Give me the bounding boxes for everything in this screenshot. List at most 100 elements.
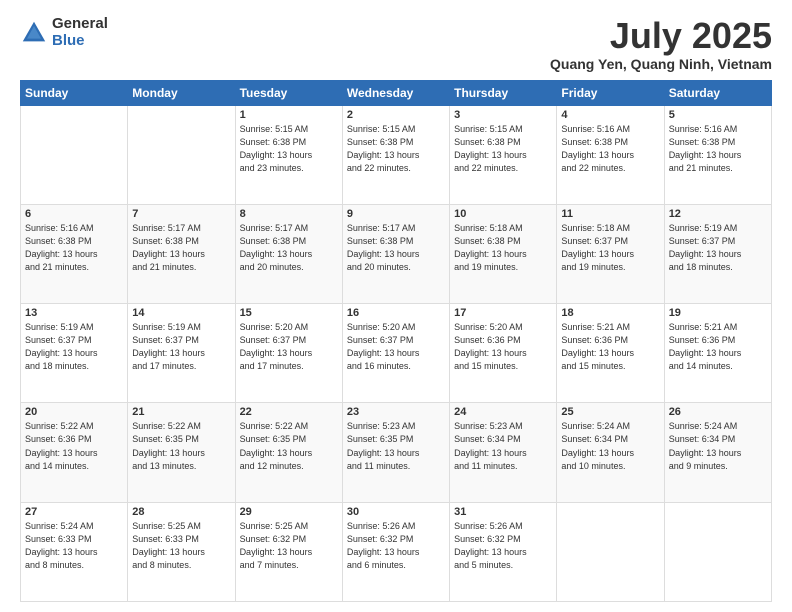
table-row: 20 Sunrise: 5:22 AM Sunset: 6:36 PM Dayli…: [21, 403, 128, 502]
day-number: 7: [132, 208, 230, 220]
logo-general-text: General: [52, 16, 108, 33]
logo: General Blue: [20, 16, 108, 49]
table-row: 2Sunrise: 5:15 AM Sunset: 6:38 PM Daylig…: [342, 105, 449, 204]
location: Quang Yen, Quang Ninh, Vietnam: [550, 56, 772, 72]
day-info: Sunrise: 5:19 AM Sunset: 6:37 PM Dayligh…: [25, 321, 123, 373]
day-number: 17: [454, 307, 552, 319]
table-row: 1 Sunrise: 5:15 AM Sunset: 6:38 PM Daylig…: [235, 105, 342, 204]
day-info: Sunrise: 5:18 AM Sunset: 6:37 PM Dayligh…: [561, 222, 659, 274]
table-row: 9Sunrise: 5:17 AM Sunset: 6:38 PM Daylig…: [342, 204, 449, 303]
table-row: 19Sunrise: 5:21 AM Sunset: 6:36 PM Dayli…: [664, 304, 771, 403]
day-number: 6: [25, 208, 123, 220]
day-number: 10: [454, 208, 552, 220]
table-row: 5 Sunrise: 5:16 AM Sunset: 6:38 PM Daylig…: [664, 105, 771, 204]
day-info: Sunrise: 5:17 AM Sunset: 6:38 PM Dayligh…: [132, 222, 230, 274]
calendar-week-row: 1 Sunrise: 5:15 AM Sunset: 6:38 PM Daylig…: [21, 105, 772, 204]
day-number: 13: [25, 307, 123, 319]
day-number: 15: [240, 307, 338, 319]
col-monday: Monday: [128, 80, 235, 105]
day-info: Sunrise: 5:23 AM Sunset: 6:35 PM Dayligh…: [347, 420, 445, 472]
day-number: 20: [25, 406, 123, 418]
calendar-week-row: 20 Sunrise: 5:22 AM Sunset: 6:36 PM Dayli…: [21, 403, 772, 502]
day-info: Sunrise: 5:20 AM Sunset: 6:37 PM Dayligh…: [240, 321, 338, 373]
table-row: 6Sunrise: 5:16 AM Sunset: 6:38 PM Daylig…: [21, 204, 128, 303]
day-info: Sunrise: 5:26 AM Sunset: 6:32 PM Dayligh…: [454, 520, 552, 572]
table-row: 14Sunrise: 5:19 AM Sunset: 6:37 PM Dayli…: [128, 304, 235, 403]
day-number: 22: [240, 406, 338, 418]
day-number: 29: [240, 506, 338, 518]
day-info: Sunrise: 5:22 AM Sunset: 6:35 PM Dayligh…: [240, 420, 338, 472]
day-info: Sunrise: 5:19 AM Sunset: 6:37 PM Dayligh…: [669, 222, 767, 274]
day-number: 19: [669, 307, 767, 319]
logo-text: General Blue: [52, 16, 108, 49]
day-number: 8: [240, 208, 338, 220]
day-number: 5: [669, 109, 767, 121]
col-wednesday: Wednesday: [342, 80, 449, 105]
day-number: 23: [347, 406, 445, 418]
day-info: Sunrise: 5:16 AM Sunset: 6:38 PM Dayligh…: [669, 123, 767, 175]
calendar-week-row: 6Sunrise: 5:16 AM Sunset: 6:38 PM Daylig…: [21, 204, 772, 303]
day-number: 1: [240, 109, 338, 121]
table-row: 12 Sunrise: 5:19 AM Sunset: 6:37 PM Dayli…: [664, 204, 771, 303]
table-row: 18 Sunrise: 5:21 AM Sunset: 6:36 PM Dayli…: [557, 304, 664, 403]
day-number: 14: [132, 307, 230, 319]
day-number: 4: [561, 109, 659, 121]
table-row: 24Sunrise: 5:23 AM Sunset: 6:34 PM Dayli…: [450, 403, 557, 502]
table-row: 13 Sunrise: 5:19 AM Sunset: 6:37 PM Dayli…: [21, 304, 128, 403]
calendar-week-row: 13 Sunrise: 5:19 AM Sunset: 6:37 PM Dayli…: [21, 304, 772, 403]
table-row: 26 Sunrise: 5:24 AM Sunset: 6:34 PM Dayli…: [664, 403, 771, 502]
table-row: 23 Sunrise: 5:23 AM Sunset: 6:35 PM Dayli…: [342, 403, 449, 502]
day-number: 11: [561, 208, 659, 220]
day-info: Sunrise: 5:17 AM Sunset: 6:38 PM Dayligh…: [240, 222, 338, 274]
table-row: [21, 105, 128, 204]
table-row: 31 Sunrise: 5:26 AM Sunset: 6:32 PM Dayli…: [450, 502, 557, 601]
table-row: 8 Sunrise: 5:17 AM Sunset: 6:38 PM Daylig…: [235, 204, 342, 303]
day-info: Sunrise: 5:26 AM Sunset: 6:32 PM Dayligh…: [347, 520, 445, 572]
month-year: July 2025: [550, 16, 772, 56]
day-info: Sunrise: 5:15 AM Sunset: 6:38 PM Dayligh…: [347, 123, 445, 175]
day-number: 9: [347, 208, 445, 220]
table-row: 28 Sunrise: 5:25 AM Sunset: 6:33 PM Dayli…: [128, 502, 235, 601]
table-row: 11 Sunrise: 5:18 AM Sunset: 6:37 PM Dayli…: [557, 204, 664, 303]
col-sunday: Sunday: [21, 80, 128, 105]
day-number: 3: [454, 109, 552, 121]
header: General Blue July 2025 Quang Yen, Quang …: [20, 16, 772, 72]
logo-icon: [20, 19, 48, 47]
day-number: 24: [454, 406, 552, 418]
table-row: 21 Sunrise: 5:22 AM Sunset: 6:35 PM Dayli…: [128, 403, 235, 502]
day-number: 18: [561, 307, 659, 319]
calendar-week-row: 27Sunrise: 5:24 AM Sunset: 6:33 PM Dayli…: [21, 502, 772, 601]
day-info: Sunrise: 5:21 AM Sunset: 6:36 PM Dayligh…: [561, 321, 659, 373]
day-number: 12: [669, 208, 767, 220]
day-number: 16: [347, 307, 445, 319]
day-number: 28: [132, 506, 230, 518]
title-block: July 2025 Quang Yen, Quang Ninh, Vietnam: [550, 16, 772, 72]
day-number: 21: [132, 406, 230, 418]
page: General Blue July 2025 Quang Yen, Quang …: [0, 0, 792, 612]
day-info: Sunrise: 5:15 AM Sunset: 6:38 PM Dayligh…: [240, 123, 338, 175]
day-info: Sunrise: 5:20 AM Sunset: 6:36 PM Dayligh…: [454, 321, 552, 373]
day-info: Sunrise: 5:22 AM Sunset: 6:35 PM Dayligh…: [132, 420, 230, 472]
day-number: 25: [561, 406, 659, 418]
col-tuesday: Tuesday: [235, 80, 342, 105]
day-info: Sunrise: 5:25 AM Sunset: 6:32 PM Dayligh…: [240, 520, 338, 572]
day-info: Sunrise: 5:24 AM Sunset: 6:34 PM Dayligh…: [669, 420, 767, 472]
table-row: 29 Sunrise: 5:25 AM Sunset: 6:32 PM Dayli…: [235, 502, 342, 601]
day-info: Sunrise: 5:18 AM Sunset: 6:38 PM Dayligh…: [454, 222, 552, 274]
table-row: 15 Sunrise: 5:20 AM Sunset: 6:37 PM Dayli…: [235, 304, 342, 403]
table-row: 10 Sunrise: 5:18 AM Sunset: 6:38 PM Dayli…: [450, 204, 557, 303]
col-friday: Friday: [557, 80, 664, 105]
table-row: 7 Sunrise: 5:17 AM Sunset: 6:38 PM Daylig…: [128, 204, 235, 303]
table-row: 17 Sunrise: 5:20 AM Sunset: 6:36 PM Dayli…: [450, 304, 557, 403]
table-row: 30Sunrise: 5:26 AM Sunset: 6:32 PM Dayli…: [342, 502, 449, 601]
calendar-table: Sunday Monday Tuesday Wednesday Thursday…: [20, 80, 772, 602]
day-info: Sunrise: 5:25 AM Sunset: 6:33 PM Dayligh…: [132, 520, 230, 572]
table-row: [664, 502, 771, 601]
table-row: 27Sunrise: 5:24 AM Sunset: 6:33 PM Dayli…: [21, 502, 128, 601]
table-row: 25Sunrise: 5:24 AM Sunset: 6:34 PM Dayli…: [557, 403, 664, 502]
day-info: Sunrise: 5:15 AM Sunset: 6:38 PM Dayligh…: [454, 123, 552, 175]
day-number: 26: [669, 406, 767, 418]
table-row: 22 Sunrise: 5:22 AM Sunset: 6:35 PM Dayli…: [235, 403, 342, 502]
day-number: 31: [454, 506, 552, 518]
day-info: Sunrise: 5:22 AM Sunset: 6:36 PM Dayligh…: [25, 420, 123, 472]
